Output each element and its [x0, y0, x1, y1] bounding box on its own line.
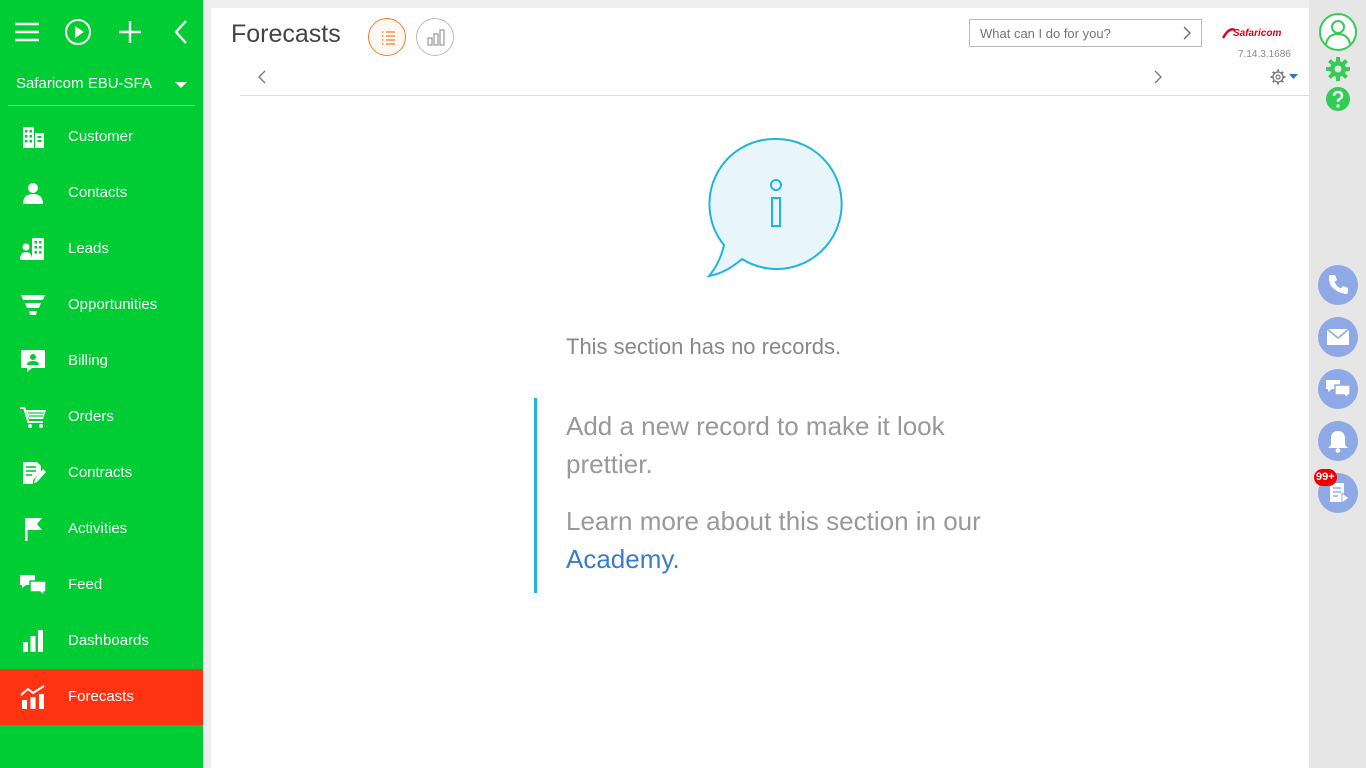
hint-add-record: Add a new record to make it look prettie…: [566, 411, 945, 479]
sidebar-item-customer[interactable]: Customer: [0, 109, 203, 165]
command-search[interactable]: [969, 19, 1202, 47]
sidebar-item-contracts[interactable]: Contracts: [0, 445, 203, 501]
notifications-button[interactable]: [1318, 421, 1358, 461]
sidebar: Safaricom EBU-SFA Customer Contacts Lead…: [0, 0, 203, 768]
building-icon: [23, 127, 44, 148]
chevron-right-icon[interactable]: [1151, 68, 1165, 86]
help-icon[interactable]: [1325, 86, 1351, 112]
main-panel: Forecasts Safaricom 7.14.3.1686 This sec…: [211, 8, 1309, 768]
sidebar-item-forecasts[interactable]: Forecasts: [0, 669, 203, 725]
chevron-down-icon: [175, 82, 187, 88]
sidebar-item-label: Customer: [68, 128, 134, 145]
billing-icon: [21, 350, 45, 372]
flag-icon: [25, 518, 42, 541]
envelope-icon: [1326, 328, 1350, 345]
chat-button[interactable]: [1318, 369, 1358, 409]
page-title: Forecasts: [231, 20, 341, 48]
funnel-icon: [21, 295, 45, 315]
contract-icon: [23, 462, 46, 484]
safaricom-logo: Safaricom: [1221, 28, 1281, 39]
sidebar-item-label: Feed: [68, 576, 103, 593]
add-icon[interactable]: [116, 18, 144, 46]
settings-gear-icon[interactable]: [1325, 56, 1351, 82]
sidebar-item-label: Contacts: [68, 184, 128, 201]
forecast-icon: [20, 685, 45, 709]
email-button[interactable]: [1318, 317, 1358, 357]
settings-gear-icon[interactable]: [1269, 68, 1303, 86]
person-icon: [23, 183, 43, 204]
sidebar-item-leads[interactable]: Leads: [0, 221, 203, 277]
search-input[interactable]: [970, 20, 1175, 46]
chart-view-button[interactable]: [416, 18, 454, 56]
sidebar-item-billing[interactable]: Billing: [0, 333, 203, 389]
chat-icon: [20, 575, 46, 597]
right-rail: 99+: [1309, 0, 1366, 768]
hamburger-menu-icon[interactable]: [13, 18, 41, 46]
org-selector[interactable]: Safaricom EBU-SFA: [8, 64, 195, 106]
sidebar-item-label: Contracts: [68, 464, 133, 481]
empty-state-message: This section has no records.: [566, 334, 842, 359]
sidebar-item-feed[interactable]: Feed: [0, 557, 203, 613]
list-icon: [382, 31, 395, 45]
sidebar-item-dashboards[interactable]: Dashboards: [0, 613, 203, 669]
cart-icon: [20, 407, 46, 428]
sidebar-toolbar: [0, 0, 203, 64]
phone-button[interactable]: [1318, 265, 1358, 305]
phone-icon: [1329, 275, 1348, 294]
sidebar-item-orders[interactable]: Orders: [0, 389, 203, 445]
sidebar-item-label: Orders: [68, 408, 114, 425]
sidebar-item-activities[interactable]: Activities: [0, 501, 203, 557]
toolbar-divider: [240, 95, 1309, 96]
logo-text: Safaricom: [1233, 28, 1281, 39]
chevron-left-icon[interactable]: [255, 68, 269, 86]
sidebar-item-label: Forecasts: [68, 688, 134, 705]
hint-learn-more: Learn more about this section in our Aca…: [566, 502, 1014, 578]
play-process-icon[interactable]: [64, 18, 92, 46]
sidebar-item-contacts[interactable]: Contacts: [0, 165, 203, 221]
sidebar-item-opportunities[interactable]: Opportunities: [0, 277, 203, 333]
org-name: Safaricom EBU-SFA: [16, 75, 152, 92]
sidebar-item-label: Opportunities: [68, 296, 158, 313]
chevron-right-icon[interactable]: [1181, 26, 1193, 40]
list-view-button[interactable]: [368, 18, 406, 56]
notification-count-badge: 99+: [1314, 469, 1337, 486]
bell-icon: [1328, 431, 1348, 453]
academy-link[interactable]: Academy.: [566, 544, 680, 574]
user-profile-icon[interactable]: [1318, 12, 1358, 52]
sidebar-item-label: Leads: [68, 240, 109, 257]
sidebar-item-label: Billing: [68, 352, 109, 369]
info-bubble-icon: [706, 137, 843, 278]
leads-icon: [20, 238, 44, 260]
sidebar-nav: Customer Contacts Leads Opportunities Bi…: [0, 109, 203, 725]
empty-state-hint: Add a new record to make it look prettie…: [534, 398, 1014, 593]
chat-icon: [1326, 380, 1351, 400]
collapse-chevron-icon[interactable]: [168, 18, 196, 46]
sidebar-item-label: Activities: [68, 520, 128, 537]
sidebar-item-label: Dashboards: [68, 632, 149, 649]
learn-more-text: Learn more about this section in our: [566, 506, 981, 536]
bar-chart-icon: [23, 630, 43, 652]
chart-icon: [427, 29, 445, 46]
version-label: 7.14.3.1686: [1238, 49, 1291, 60]
